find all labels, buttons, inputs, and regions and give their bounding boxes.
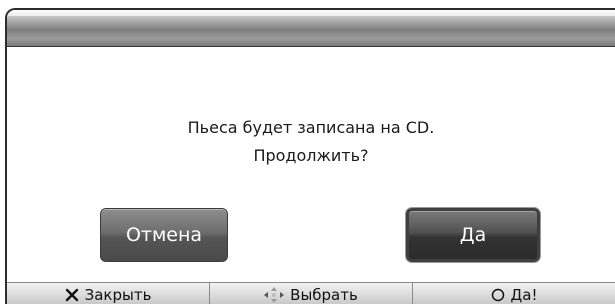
footer-select-hint[interactable]: Выбрать [210, 283, 413, 304]
footer-close-hint[interactable]: Закрыть [7, 283, 210, 304]
dpad-arrows-icon [264, 287, 285, 303]
dialog-message: Пьеса будет записана на CD. Продолжить? [7, 114, 615, 170]
footer-hint-bar: Закрыть Выбрать Да! [7, 282, 615, 304]
footer-yes-hint[interactable]: Да! [413, 283, 615, 304]
footer-yes-label: Да! [510, 286, 538, 304]
yes-button[interactable]: Да [406, 208, 540, 262]
message-line-2: Продолжить? [253, 146, 369, 165]
circle-icon [491, 288, 505, 302]
confirm-dialog: Пьеса будет записана на CD. Продолжить? … [5, 8, 615, 304]
message-line-1: Пьеса будет записана на CD. [187, 118, 435, 137]
footer-close-label: Закрыть [84, 286, 152, 304]
footer-select-label: Выбрать [290, 286, 358, 304]
cancel-button[interactable]: Отмена [100, 208, 228, 262]
close-x-icon [65, 288, 79, 302]
dialog-header [7, 10, 615, 47]
